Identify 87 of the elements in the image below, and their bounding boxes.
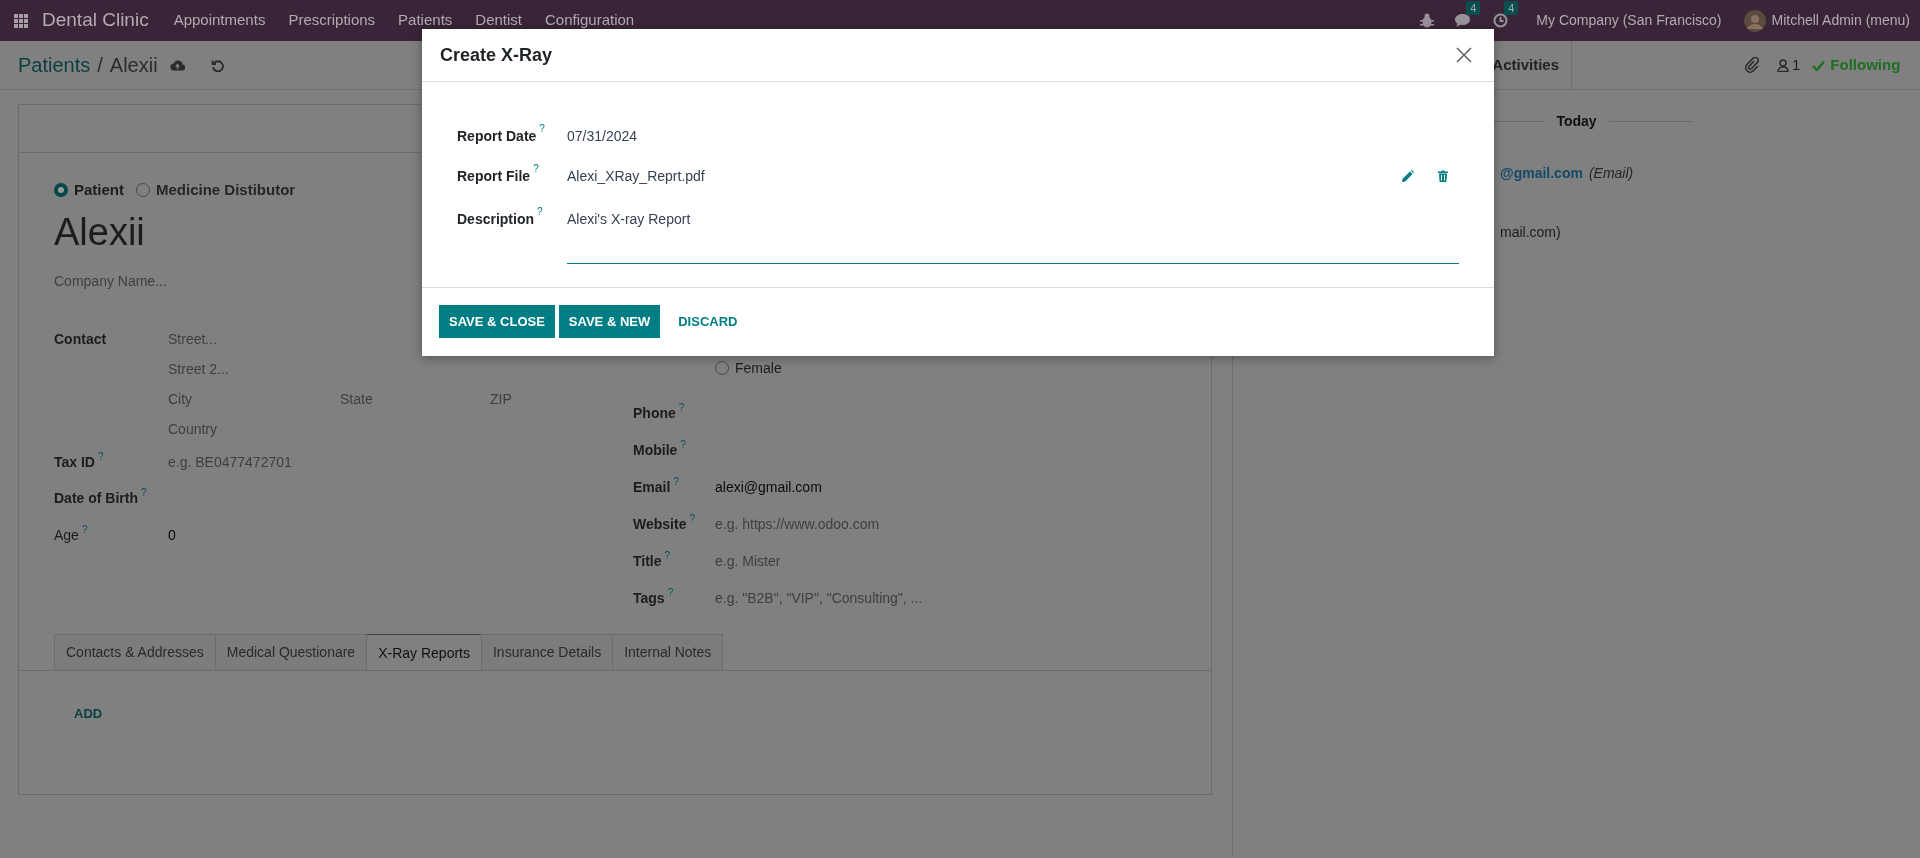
bug-icon[interactable] <box>1420 13 1435 28</box>
count-badge: 4 <box>1504 1 1519 15</box>
field-label: Report File <box>457 166 531 186</box>
country-field[interactable]: Country <box>168 418 218 440</box>
street-field[interactable]: Street... <box>168 328 218 350</box>
date-divider: Today <box>1556 112 1597 131</box>
radio-button[interactable] <box>136 183 150 197</box>
apps-icon[interactable] <box>14 13 28 28</box>
email-link[interactable]: @gmail.com <box>1500 163 1583 184</box>
input-field[interactable]: e.g. https://www.odoo.com <box>715 514 880 535</box>
field-label: Website <box>633 515 687 534</box>
help-mark[interactable]: ? <box>678 403 685 413</box>
close-icon[interactable] <box>1456 47 1472 63</box>
menu-item[interactable]: Appointments <box>173 9 266 32</box>
help-mark[interactable]: ? <box>689 514 695 524</box>
radio-label[interactable]: Medicine Distibutor <box>156 178 296 202</box>
dialog-button[interactable]: SAVE & NEW <box>558 305 661 338</box>
field-label: Email <box>633 478 671 497</box>
input-field[interactable]: e.g. "B2B", "VIP", "Consulting", ... <box>715 588 923 609</box>
field-label: Mobile <box>633 441 678 460</box>
help-mark[interactable]: ? <box>141 487 147 498</box>
field-label: Title <box>633 552 662 571</box>
undo-icon[interactable] <box>210 58 224 72</box>
breadcrumb-separator: / <box>97 53 103 78</box>
zip-field[interactable]: ZIP <box>490 388 512 410</box>
person-icon <box>1777 58 1789 72</box>
radio-label[interactable]: Patient <box>74 178 124 202</box>
help-mark[interactable]: ? <box>539 124 545 134</box>
file-name[interactable]: Alexi_XRay_Reprt.pdf <box>567 165 705 187</box>
radio-button[interactable] <box>54 183 68 197</box>
tab[interactable]: Insurance Details <box>480 634 614 671</box>
help-mark[interactable]: ? <box>680 440 686 450</box>
add-link[interactable]: ADD <box>74 704 103 724</box>
field-label: Age <box>54 525 79 545</box>
check-icon <box>1812 59 1826 71</box>
menu-item[interactable]: Patients <box>398 9 453 32</box>
trash-icon[interactable] <box>1438 170 1448 182</box>
menu-item[interactable]: Dentist <box>475 9 522 32</box>
help-mark[interactable]: ? <box>667 588 674 598</box>
pencil-icon[interactable] <box>1402 170 1414 182</box>
cloud-upload-icon[interactable] <box>169 59 185 71</box>
message-text: mail.com) <box>1500 223 1561 242</box>
radio-label[interactable]: Female <box>735 357 782 379</box>
help-mark[interactable]: ? <box>81 524 88 535</box>
dialog-button[interactable]: SAVE & CLOSE <box>439 305 555 338</box>
menu-item[interactable]: Prescriptions <box>288 9 376 32</box>
avatar-icon[interactable] <box>1743 9 1766 32</box>
city-field[interactable]: City <box>168 388 340 410</box>
record-title: Alexii <box>109 53 158 78</box>
help-mark[interactable]: ? <box>533 164 539 174</box>
date-field[interactable]: 07/31/2024 <box>567 124 638 148</box>
help-mark[interactable]: ? <box>98 451 104 462</box>
help-mark[interactable]: ? <box>537 207 543 217</box>
tab[interactable]: Internal Notes <box>612 634 724 671</box>
field-label: Description <box>457 209 534 229</box>
field-label: Phone <box>633 404 676 423</box>
dialog-button[interactable]: DISCARD <box>668 305 748 338</box>
tab[interactable]: Medical Questionare <box>214 634 368 671</box>
count-badge: 4 <box>1466 1 1481 15</box>
state-field[interactable]: State <box>340 388 490 410</box>
help-mark[interactable]: ? <box>664 551 671 561</box>
chat-icon[interactable] <box>1454 13 1472 28</box>
description-field[interactable]: Alexi's X-ray Report <box>567 207 1459 264</box>
message-note: (Email) <box>1588 164 1634 183</box>
field-label: Tax ID <box>54 452 95 472</box>
followers-button[interactable]: 1 <box>1777 53 1801 77</box>
dialog-title: Create X-Ray <box>440 43 553 67</box>
app-name[interactable]: Dental Clinic <box>42 6 149 35</box>
field-label: Contact <box>54 329 107 349</box>
user-menu[interactable]: Mitchell Admin (menu) <box>1771 10 1910 31</box>
input-field[interactable]: e.g. BE0477472701 <box>168 451 292 473</box>
tab[interactable]: Contacts & Addresses <box>54 634 216 671</box>
company-switcher[interactable]: My Company (San Francisco) <box>1536 10 1722 31</box>
field-label: Date of Birth <box>54 488 138 508</box>
radio-button[interactable] <box>715 361 729 375</box>
field-value[interactable]: 0 <box>168 524 176 546</box>
activities-button[interactable]: Activities <box>1492 53 1559 77</box>
paperclip-icon[interactable] <box>1745 57 1759 73</box>
clock-icon[interactable] <box>1493 13 1509 28</box>
field-label: Tags <box>633 589 665 608</box>
field-label: Report Date <box>457 126 537 146</box>
help-mark[interactable]: ? <box>673 477 679 487</box>
input-field[interactable]: e.g. Mister <box>715 551 781 572</box>
menu-item[interactable]: Configuration <box>545 9 635 32</box>
field-value[interactable]: alexi@gmail.com <box>715 477 822 498</box>
breadcrumb-link[interactable]: Patients <box>18 50 91 80</box>
street2-field[interactable]: Street 2... <box>168 358 229 380</box>
